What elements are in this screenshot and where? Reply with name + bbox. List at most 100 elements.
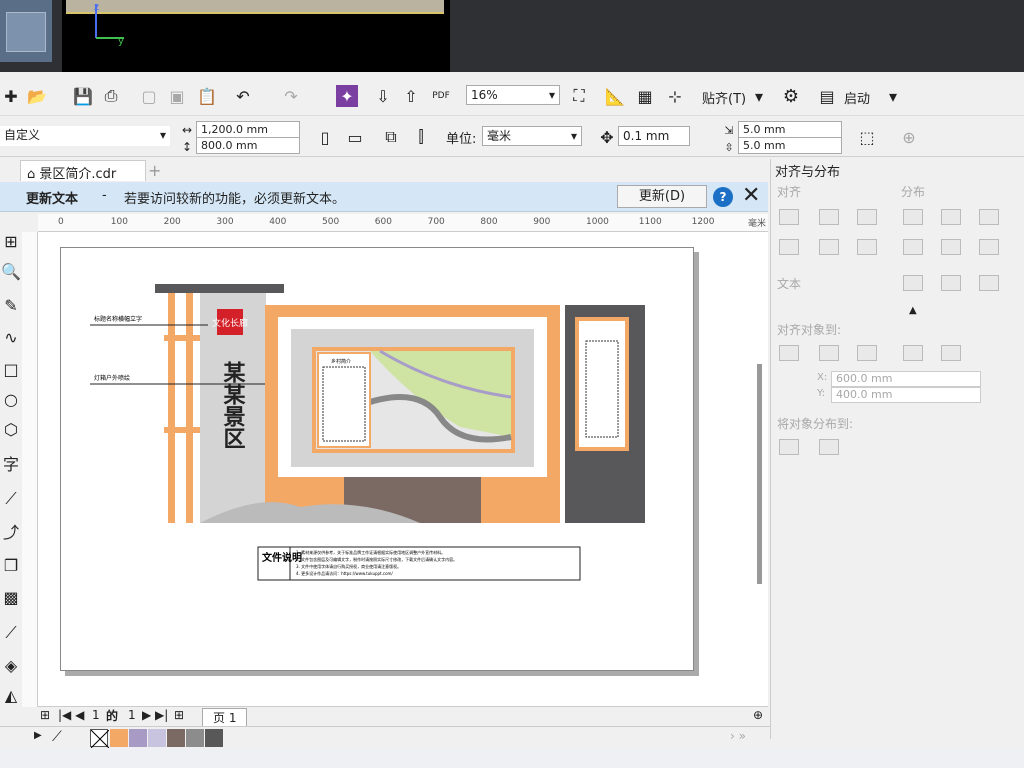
color-swatch[interactable] [148, 729, 166, 747]
new-document-icon[interactable]: ✚ [0, 85, 22, 107]
text-first-line-icon[interactable] [903, 275, 923, 291]
rectangle-tool-icon[interactable]: □ [0, 358, 22, 380]
full-screen-icon[interactable]: ⛶ [568, 85, 590, 107]
zoom-tool-icon[interactable]: 🔍 [0, 260, 22, 282]
page-edge-icon[interactable] [819, 345, 839, 361]
color-swatch[interactable] [205, 729, 223, 747]
distribute-bottom-icon[interactable] [979, 239, 999, 255]
add-page-icon[interactable]: ⊞ [174, 708, 184, 722]
text-last-line-icon[interactable] [941, 275, 961, 291]
distribute-selection-icon[interactable] [779, 439, 799, 455]
polygon-tool-icon[interactable]: ⬡ [0, 418, 22, 440]
freehand-tool-icon[interactable]: ✎ [0, 294, 22, 316]
show-rulers-icon[interactable]: 📐 [604, 85, 626, 107]
undo-icon[interactable]: ↶ [232, 85, 254, 107]
cut-icon[interactable]: ▢ [138, 85, 160, 107]
chevron-down-icon[interactable]: ▾ [748, 85, 770, 107]
collapse-icon[interactable]: ▲ [909, 305, 917, 316]
first-page-icon[interactable]: ⊞ [40, 708, 50, 722]
color-swatch[interactable] [110, 729, 128, 747]
launch-dropdown[interactable]: 启动 [844, 88, 870, 107]
eyedropper-icon[interactable]: ⟋ [0, 622, 22, 644]
page-center-icon[interactable] [857, 345, 877, 361]
open-folder-icon[interactable]: 📂 [26, 85, 48, 107]
zoom-navigator-icon[interactable]: ⊕ [753, 708, 763, 722]
close-icon[interactable]: ✕ [742, 183, 760, 208]
palette-scroll-icon[interactable]: ▶ [34, 730, 42, 741]
specified-point-icon[interactable] [941, 345, 961, 361]
portrait-icon[interactable]: ▯ [314, 126, 336, 148]
smart-fill-icon[interactable]: ◭ [0, 684, 22, 706]
landscape-icon[interactable]: ▭ [344, 126, 366, 148]
align-center-v-icon[interactable] [819, 239, 839, 255]
import-icon[interactable]: ⇩ [372, 85, 394, 107]
distribute-middle-icon[interactable] [941, 239, 961, 255]
crop-tool-icon[interactable]: ⊞ [0, 230, 22, 252]
color-swatch[interactable] [129, 729, 147, 747]
ellipse-tool-icon[interactable]: ○ [0, 388, 22, 410]
page-tab[interactable]: 页 1 [202, 708, 248, 727]
align-top-icon[interactable] [779, 239, 799, 255]
nudge-distance-input[interactable]: 0.1 mm [618, 126, 690, 146]
palette-next-icon[interactable]: › » [730, 729, 746, 743]
help-icon[interactable]: ? [713, 187, 733, 207]
snap-to-dropdown[interactable]: 贴齐(T) [702, 88, 746, 107]
line-tool-icon[interactable]: ⟋ [0, 488, 22, 510]
chevron-down-icon[interactable]: ▾ [882, 85, 904, 107]
previous-page-icon[interactable]: |◀ ◀ [58, 708, 84, 722]
update-button[interactable]: 更新(D) [617, 185, 707, 208]
page-height-input[interactable]: 800.0 mm [196, 137, 300, 154]
print-icon[interactable]: ⎙ [100, 85, 122, 107]
align-y-input[interactable]: 400.0 mm [831, 387, 981, 403]
text-bounding-box-icon[interactable] [979, 275, 999, 291]
current-page-icon[interactable]: ⫿ [410, 126, 432, 148]
distribute-left-icon[interactable] [903, 209, 923, 225]
export-pdf-icon[interactable]: PDF [430, 85, 452, 107]
toolbox: ↖ ⌖ ⊞ 🔍 ✎ ∿ □ ○ ⬡ 字 ⟋ ⤴ ❐ ▩ ⟋ ◈ ◭ ⊕ [0, 160, 22, 741]
unit-dropdown[interactable]: 毫米 ▾ [482, 126, 582, 146]
paste-icon[interactable]: 📋 [196, 85, 218, 107]
redo-icon[interactable]: ↷ [280, 85, 302, 107]
distribute-right-icon[interactable] [979, 209, 999, 225]
vertical-scrollbar-thumb[interactable] [757, 364, 762, 584]
new-tab-icon[interactable]: + [148, 161, 161, 180]
active-objects-icon[interactable] [779, 345, 799, 361]
align-left-icon[interactable] [779, 209, 799, 225]
page-preset-dropdown[interactable]: 自定义 ▾ [0, 126, 170, 146]
save-icon[interactable]: 💾 [72, 85, 94, 107]
options-gear-icon[interactable]: ⚙ [780, 85, 802, 107]
all-pages-icon[interactable]: ⧉ [380, 126, 402, 148]
transparency-icon[interactable]: ▩ [0, 586, 22, 608]
interactive-fill-icon[interactable]: ◈ [0, 654, 22, 676]
distribute-page-icon[interactable] [819, 439, 839, 455]
color-swatch[interactable] [167, 729, 185, 747]
color-swatch[interactable] [186, 729, 204, 747]
page-width-input[interactable]: 1,200.0 mm [196, 121, 300, 138]
treat-as-filled-icon[interactable]: ⬚ [856, 126, 878, 148]
search-content-icon[interactable]: ✦ [336, 85, 358, 107]
duplicate-x-input[interactable]: 5.0 mm [738, 121, 842, 138]
no-fill-swatch[interactable] [90, 729, 110, 749]
distribute-center-icon[interactable] [941, 209, 961, 225]
eyedropper-icon[interactable]: ⟋ [52, 729, 62, 745]
launch-app-icon[interactable]: ▤ [816, 85, 838, 107]
export-icon[interactable]: ⇧ [400, 85, 422, 107]
copy-icon[interactable]: ▣ [166, 85, 188, 107]
duplicate-y-input[interactable]: 5.0 mm [738, 137, 842, 154]
show-guidelines-icon[interactable]: ⊹ [664, 85, 686, 107]
text-tool-icon[interactable]: 字 [0, 452, 22, 474]
grid-icon[interactable] [903, 345, 923, 361]
align-bottom-icon[interactable] [857, 239, 877, 255]
align-center-h-icon[interactable] [819, 209, 839, 225]
document-tab[interactable]: ⌂ 景区简介.cdr [20, 160, 146, 182]
drop-shadow-icon[interactable]: ❐ [0, 554, 22, 576]
zoom-level-dropdown[interactable]: 16% ▾ [466, 85, 560, 105]
align-right-icon[interactable] [857, 209, 877, 225]
distribute-top-icon[interactable] [903, 239, 923, 255]
align-x-input[interactable]: 600.0 mm [831, 371, 981, 387]
artistic-media-icon[interactable]: ∿ [0, 326, 22, 348]
add-icon[interactable]: ⊕ [898, 126, 920, 148]
show-grid-icon[interactable]: ▦ [634, 85, 656, 107]
next-page-icon[interactable]: ▶ ▶| [142, 708, 168, 722]
connector-tool-icon[interactable]: ⤴ [0, 520, 22, 542]
